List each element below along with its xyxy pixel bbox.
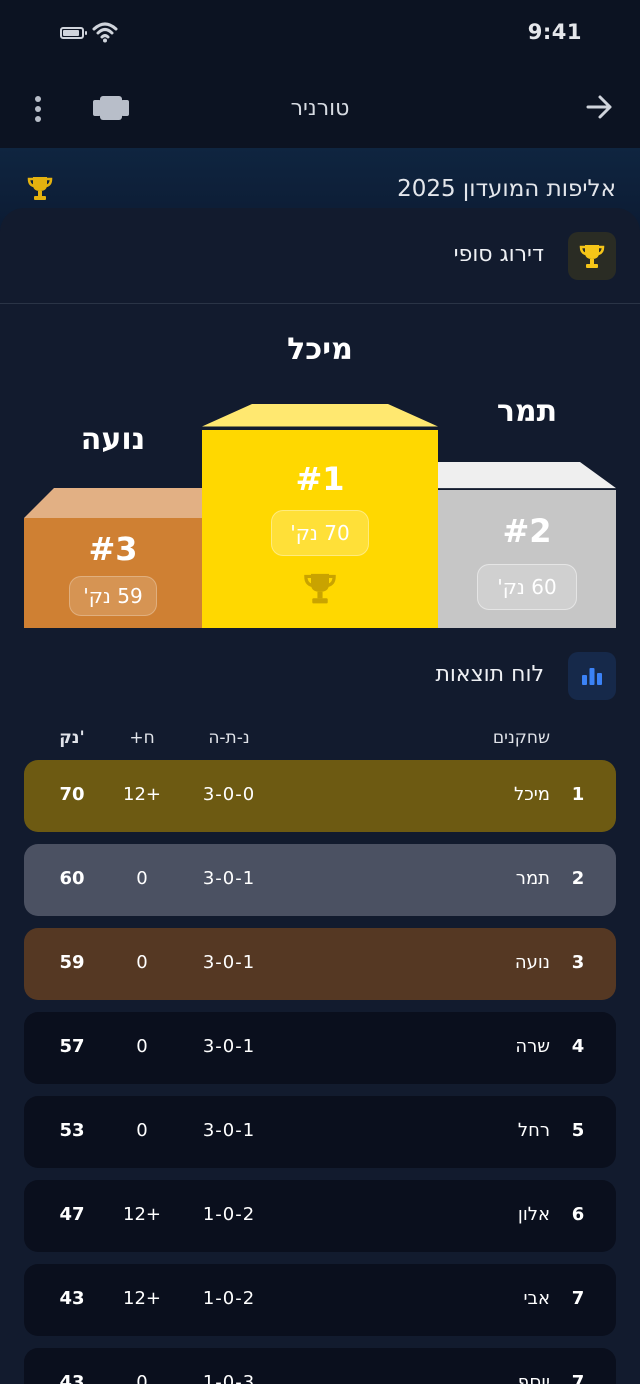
- row-points: 43: [59, 1288, 85, 1309]
- row-record: 3-0-1: [202, 952, 256, 973]
- row-rank: 3: [571, 952, 585, 973]
- table-row[interactable]: 3 נועה 3-0-1 0 59: [24, 928, 616, 1000]
- battery-icon: [60, 27, 87, 39]
- app-header: טורניר: [0, 70, 640, 148]
- row-player-name: מיכל: [514, 784, 550, 805]
- table-row[interactable]: 7 יוסף 1-0-3 0 43: [24, 1348, 616, 1384]
- podium-third-block: #3 59 נק': [24, 488, 202, 628]
- row-rank: 1: [571, 784, 585, 805]
- row-player-name: נועה: [514, 952, 550, 973]
- row-points: 57: [59, 1036, 85, 1057]
- row-diff: 0: [136, 1120, 148, 1141]
- row-diff: 0: [136, 868, 148, 889]
- row-record: 3-0-1: [202, 1036, 256, 1057]
- podium-first-block: #1 70 נק': [202, 404, 438, 628]
- results-panel: דירוג סופי מיכל תמר נועה #3 59 נק' #1 70…: [0, 208, 640, 1384]
- col-players: שחקנים: [492, 728, 550, 748]
- row-points: 43: [59, 1372, 85, 1384]
- row-record: 1-0-3: [202, 1372, 256, 1384]
- results-title: לוח תוצאות: [435, 662, 544, 687]
- table-row[interactable]: 4 שרה 3-0-1 0 57: [24, 1012, 616, 1084]
- podium-second-rank: #2: [502, 512, 552, 550]
- podium-second-name: תמר: [496, 394, 558, 429]
- row-record: 3-0-1: [202, 1120, 256, 1141]
- podium-third-name: נועה: [80, 422, 146, 457]
- row-rank: 5: [571, 1120, 585, 1141]
- final-ranking-title: דירוג סופי: [453, 242, 544, 267]
- wifi-icon: [92, 22, 118, 43]
- row-diff: 12+: [123, 1204, 161, 1225]
- row-diff: 0: [136, 952, 148, 973]
- table-header: שחקנים נ-ת-ה +ח נק': [24, 728, 616, 758]
- final-ranking-header: דירוג סופי: [0, 208, 640, 304]
- col-points: נק': [59, 728, 85, 748]
- row-points: 60: [59, 868, 85, 889]
- podium: מיכל תמר נועה #3 59 נק' #1 70 נק' #2 60 …: [0, 304, 640, 644]
- podium-first-rank: #1: [295, 460, 345, 498]
- back-arrow-icon[interactable]: [584, 92, 614, 122]
- podium-first-points: 70 נק': [271, 510, 369, 556]
- row-rank: 7: [571, 1372, 585, 1384]
- podium-second-block: #2 60 נק': [438, 462, 616, 628]
- podium-first-name: מיכל: [287, 332, 353, 367]
- bar-chart-icon: [582, 668, 602, 685]
- table-row[interactable]: 6 אלון 1-0-2 12+ 47: [24, 1180, 616, 1252]
- row-diff: 12+: [123, 1288, 161, 1309]
- row-rank: 4: [571, 1036, 585, 1057]
- status-bar: 9:41: [0, 0, 640, 70]
- trophy-icon: [579, 245, 605, 268]
- podium-third-rank: #3: [88, 530, 138, 568]
- col-diff: +ח: [129, 728, 155, 748]
- table-row[interactable]: 2 תמר 3-0-1 0 60: [24, 844, 616, 916]
- row-rank: 6: [571, 1204, 585, 1225]
- trophy-icon: [27, 177, 53, 200]
- results-header: לוח תוצאות: [0, 652, 640, 712]
- row-record: 1-0-2: [202, 1204, 256, 1225]
- row-points: 47: [59, 1204, 85, 1225]
- table-row[interactable]: 5 רחל 3-0-1 0 53: [24, 1096, 616, 1168]
- row-diff: 0: [136, 1372, 148, 1384]
- row-diff: 12+: [123, 784, 161, 805]
- row-player-name: אלון: [517, 1204, 550, 1225]
- row-points: 70: [59, 784, 85, 805]
- row-player-name: תמר: [515, 868, 550, 889]
- row-record: 3-0-1: [202, 868, 256, 889]
- ranking-badge: [568, 232, 616, 280]
- trophy-icon: [304, 573, 336, 604]
- row-player-name: רחל: [517, 1120, 550, 1141]
- row-diff: 0: [136, 1036, 148, 1057]
- podium-second-points: 60 נק': [477, 564, 577, 610]
- row-player-name: שרה: [515, 1036, 550, 1057]
- row-record: 1-0-2: [202, 1288, 256, 1309]
- row-record: 3-0-0: [202, 784, 256, 805]
- status-time: 9:41: [527, 20, 582, 44]
- row-player-name: יוסף: [517, 1372, 550, 1384]
- page-title: טורניר: [290, 96, 350, 121]
- row-rank: 2: [571, 868, 585, 889]
- col-record: נ-ת-ה: [208, 728, 250, 748]
- row-player-name: אבי: [523, 1288, 550, 1309]
- row-rank: 7: [571, 1288, 585, 1309]
- table-row[interactable]: 7 אבי 1-0-2 12+ 43: [24, 1264, 616, 1336]
- table-row[interactable]: 1 מיכל 3-0-0 12+ 70: [24, 760, 616, 832]
- row-points: 59: [59, 952, 85, 973]
- results-badge: [568, 652, 616, 700]
- tournament-title: אליפות המועדון 2025: [397, 176, 616, 202]
- row-points: 53: [59, 1120, 85, 1141]
- podium-third-points: 59 נק': [69, 576, 157, 616]
